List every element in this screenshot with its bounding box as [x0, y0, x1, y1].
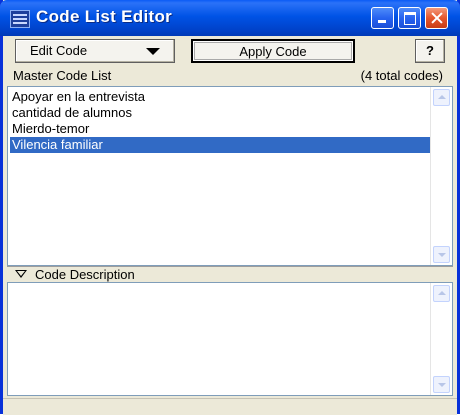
maximize-icon[interactable]	[398, 7, 421, 29]
scroll-down-icon[interactable]	[433, 246, 450, 263]
code-description-toggle[interactable]: Code Description	[7, 266, 453, 282]
help-button[interactable]: ?	[415, 39, 445, 63]
minimize-icon[interactable]	[371, 7, 394, 29]
list-item[interactable]: cantidad de alumnos	[10, 105, 430, 121]
scroll-up-icon[interactable]	[433, 285, 450, 302]
toolbar: Edit Code Apply Code ?	[3, 36, 457, 68]
list-item-selected[interactable]: Vilencia familiar	[10, 137, 430, 153]
master-list-label: Master Code List	[13, 68, 112, 83]
title-bar[interactable]: Code List Editor	[0, 0, 460, 36]
status-bar	[3, 398, 457, 415]
apply-code-button[interactable]: Apply Code	[191, 39, 355, 63]
list-scrollbar[interactable]	[430, 87, 452, 265]
chevron-down-icon	[146, 48, 160, 55]
code-description-text	[8, 283, 452, 287]
scroll-up-icon[interactable]	[433, 89, 450, 106]
list-item[interactable]: Apoyar en la entrevista	[10, 89, 430, 105]
code-description-label: Code Description	[35, 267, 135, 282]
code-description-field[interactable]	[7, 282, 453, 396]
code-count: (4 total codes)	[360, 68, 443, 83]
description-scrollbar[interactable]	[430, 283, 452, 395]
code-list-editor-window: Code List Editor Edit Code Apply Code ? …	[0, 0, 460, 415]
list-item[interactable]: Mierdo-temor	[10, 121, 430, 137]
edit-code-label: Edit Code	[30, 43, 88, 58]
close-icon[interactable]	[425, 7, 448, 29]
disclosure-triangle-icon[interactable]	[15, 270, 27, 278]
edit-code-dropdown[interactable]: Edit Code	[15, 39, 175, 63]
app-icon	[10, 10, 30, 28]
window-title: Code List Editor	[36, 7, 173, 26]
master-code-list[interactable]: Apoyar en la entrevista cantidad de alum…	[7, 86, 453, 266]
master-list-header: Master Code List (4 total codes)	[3, 68, 457, 86]
scroll-down-icon[interactable]	[433, 376, 450, 393]
